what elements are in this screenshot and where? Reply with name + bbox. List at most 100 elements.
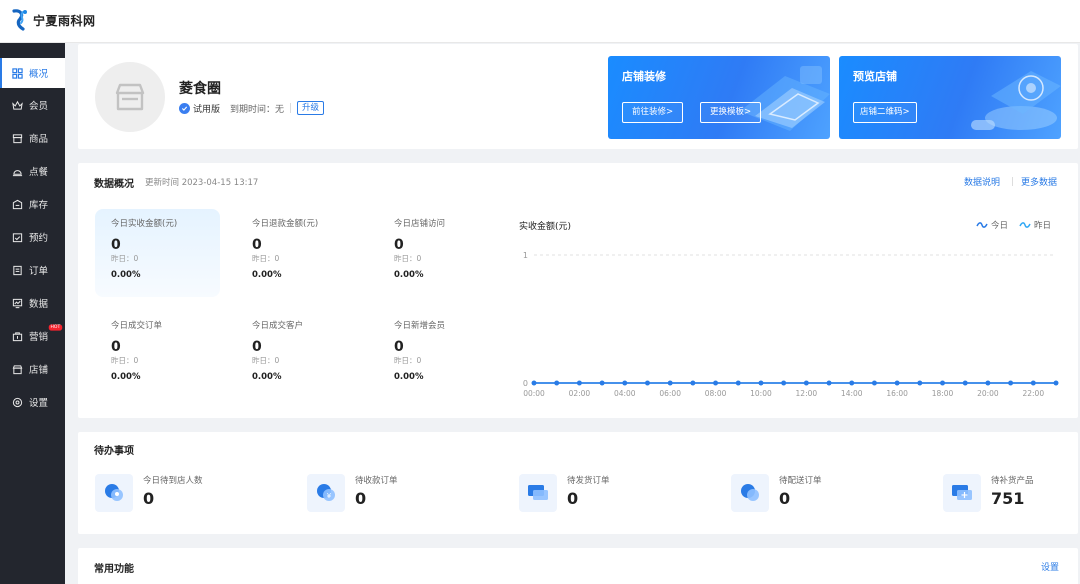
todo-title: 待办事项 bbox=[94, 446, 134, 457]
data-point bbox=[826, 380, 832, 386]
revenue-line-chart: 0 1 00:00 02:00 04:00 06:00 08:00 10:00 12:00 14:… bbox=[523, 251, 1059, 398]
metric-percent: 0.00% bbox=[394, 372, 424, 382]
delivery-icon bbox=[731, 474, 769, 512]
person-icon bbox=[95, 474, 133, 512]
sidebar-item-dining[interactable]: 点餐 bbox=[0, 156, 65, 186]
data-point bbox=[985, 380, 991, 386]
sidebar-item-overview[interactable]: 概况 bbox=[0, 58, 65, 88]
sidebar-item-inventory[interactable]: 库存 bbox=[0, 189, 65, 219]
x-tick-label: 10:00 bbox=[750, 389, 772, 398]
dining-icon bbox=[12, 169, 23, 176]
todo-label: 今日待到店人数 bbox=[143, 476, 203, 486]
goods-icon bbox=[12, 133, 23, 143]
data-icon bbox=[12, 298, 23, 308]
x-tick-label: 12:00 bbox=[796, 389, 818, 398]
store-qrcode-button[interactable]: 店铺二维码> bbox=[853, 102, 917, 123]
todo-card: 待办事项 今日待到店人数 0 ¥ 待收款订单 0 待发货订单 0 待配送订单 0… bbox=[78, 432, 1078, 534]
sidebar-item-shop[interactable]: 店铺 bbox=[0, 354, 65, 384]
trial-version-icon bbox=[179, 102, 190, 114]
data-point bbox=[576, 380, 582, 386]
metric-label: 今日成交客户 bbox=[252, 321, 304, 331]
data-point bbox=[554, 380, 560, 386]
common-functions-card: 常用功能 设置 bbox=[78, 548, 1078, 584]
sidebar-item-label: 点餐 bbox=[29, 167, 49, 178]
divider bbox=[1012, 177, 1013, 186]
todo-value: 0 bbox=[779, 489, 791, 508]
yuan-icon: ¥ bbox=[307, 474, 345, 512]
logo[interactable]: 宁夏雨科网 bbox=[10, 8, 96, 32]
data-explain-link[interactable]: 数据说明 bbox=[964, 175, 1000, 188]
metric-yesterday: 昨日：0 bbox=[252, 254, 280, 263]
sidebar-item-goods[interactable]: 商品 bbox=[0, 123, 65, 153]
x-tick-label: 02:00 bbox=[569, 389, 591, 398]
legend-item-today[interactable]: 今日 bbox=[976, 219, 1008, 231]
todo-label: 待收款订单 bbox=[355, 476, 398, 486]
x-tick-label: 04:00 bbox=[614, 389, 636, 398]
todo-item[interactable]: ¥ 待收款订单 0 bbox=[307, 472, 507, 512]
metric-card[interactable]: 今日成交客户 0 昨日：0 0.00% bbox=[236, 311, 361, 399]
shipment-icon bbox=[519, 474, 557, 512]
data-point bbox=[735, 380, 741, 386]
logo-text: 宁夏雨科网 bbox=[33, 13, 96, 28]
metric-card[interactable]: 今日实收金额(元) 0 昨日：0 0.00% bbox=[95, 209, 220, 297]
metric-percent: 0.00% bbox=[111, 372, 141, 382]
metric-label: 今日新增会员 bbox=[394, 321, 446, 331]
metric-yesterday: 昨日：0 bbox=[111, 254, 139, 263]
sidebar-item-booking[interactable]: 预约 bbox=[0, 222, 65, 252]
x-tick-label: 16:00 bbox=[886, 389, 908, 398]
sidebar-item-label: 预约 bbox=[29, 233, 49, 244]
svg-text:¥: ¥ bbox=[327, 492, 332, 500]
go-decorate-button[interactable]: 前往装修> bbox=[622, 102, 684, 123]
upgrade-button[interactable]: 升级 bbox=[297, 101, 325, 115]
metric-card[interactable]: 今日成交订单 0 昨日：0 0.00% bbox=[95, 311, 220, 399]
more-data-link[interactable]: 更多数据 bbox=[1021, 175, 1057, 188]
metric-label: 今日店铺访问 bbox=[394, 219, 446, 229]
sidebar-item-data[interactable]: 数据 bbox=[0, 288, 65, 318]
x-tick-label: 22:00 bbox=[1022, 389, 1044, 398]
metric-card[interactable]: 今日新增会员 0 昨日：0 0.00% bbox=[378, 311, 503, 399]
sidebar-item-label: 设置 bbox=[29, 398, 49, 409]
metric-value: 0 bbox=[111, 237, 121, 253]
common-settings-link[interactable]: 设置 bbox=[1041, 560, 1059, 573]
version-label: 试用版 bbox=[193, 104, 221, 115]
marketing-icon bbox=[12, 331, 23, 341]
metric-value: 0 bbox=[252, 339, 262, 355]
data-point bbox=[1030, 380, 1036, 386]
hot-badge: HOT bbox=[48, 324, 63, 331]
sidebar-item-label: 营销 bbox=[29, 332, 49, 343]
todo-item[interactable]: 待配送订单 0 bbox=[731, 472, 931, 512]
update-time: 更新时间 2023-04-15 13:17 bbox=[145, 178, 259, 188]
order-icon bbox=[13, 265, 22, 275]
sidebar-item-members[interactable]: 会员 bbox=[0, 90, 65, 120]
change-template-button[interactable]: 更换模板> bbox=[700, 102, 762, 123]
dashboard-icon bbox=[12, 67, 23, 79]
sidebar-item-label: 数据 bbox=[29, 299, 49, 310]
shop-icon bbox=[12, 364, 23, 374]
legend-label: 今日 bbox=[991, 221, 1009, 231]
data-point bbox=[690, 380, 696, 386]
sidebar-item-orders[interactable]: 订单 bbox=[0, 255, 65, 285]
metric-card[interactable]: 今日店铺访问 0 昨日：0 0.00% bbox=[378, 209, 503, 297]
data-point bbox=[872, 380, 877, 386]
metric-label: 今日实收金额(元) bbox=[111, 219, 178, 229]
x-tick-label: 08:00 bbox=[705, 389, 727, 398]
legend-item-yesterday[interactable]: 昨日 bbox=[1019, 219, 1051, 231]
sidebar-item-marketing[interactable]: 营销 HOT bbox=[0, 321, 65, 351]
sidebar-item-settings[interactable]: 设置 bbox=[0, 387, 65, 417]
metric-value: 0 bbox=[394, 339, 404, 355]
metric-percent: 0.00% bbox=[252, 372, 282, 382]
todo-item[interactable]: 待发货订单 0 bbox=[519, 472, 719, 512]
todo-item[interactable]: 待补货产品 751 bbox=[943, 472, 1080, 512]
todo-item[interactable]: 今日待到店人数 0 bbox=[95, 472, 295, 512]
metric-card[interactable]: 今日退款金额(元) 0 昨日：0 0.00% bbox=[236, 209, 361, 297]
todo-value: 0 bbox=[143, 489, 155, 508]
x-tick-label: 00:00 bbox=[523, 389, 545, 398]
qr-illustration-icon bbox=[971, 71, 1061, 130]
legend-label: 昨日 bbox=[1034, 221, 1052, 231]
data-point bbox=[1008, 380, 1014, 386]
x-tick-label: 14:00 bbox=[841, 389, 863, 398]
metric-value: 0 bbox=[252, 237, 262, 253]
todo-value: 0 bbox=[355, 489, 367, 508]
data-point bbox=[849, 380, 855, 386]
data-overview-card: 数据概况 更新时间 2023-04-15 13:17 数据说明 更多数据 今日实… bbox=[78, 163, 1078, 418]
